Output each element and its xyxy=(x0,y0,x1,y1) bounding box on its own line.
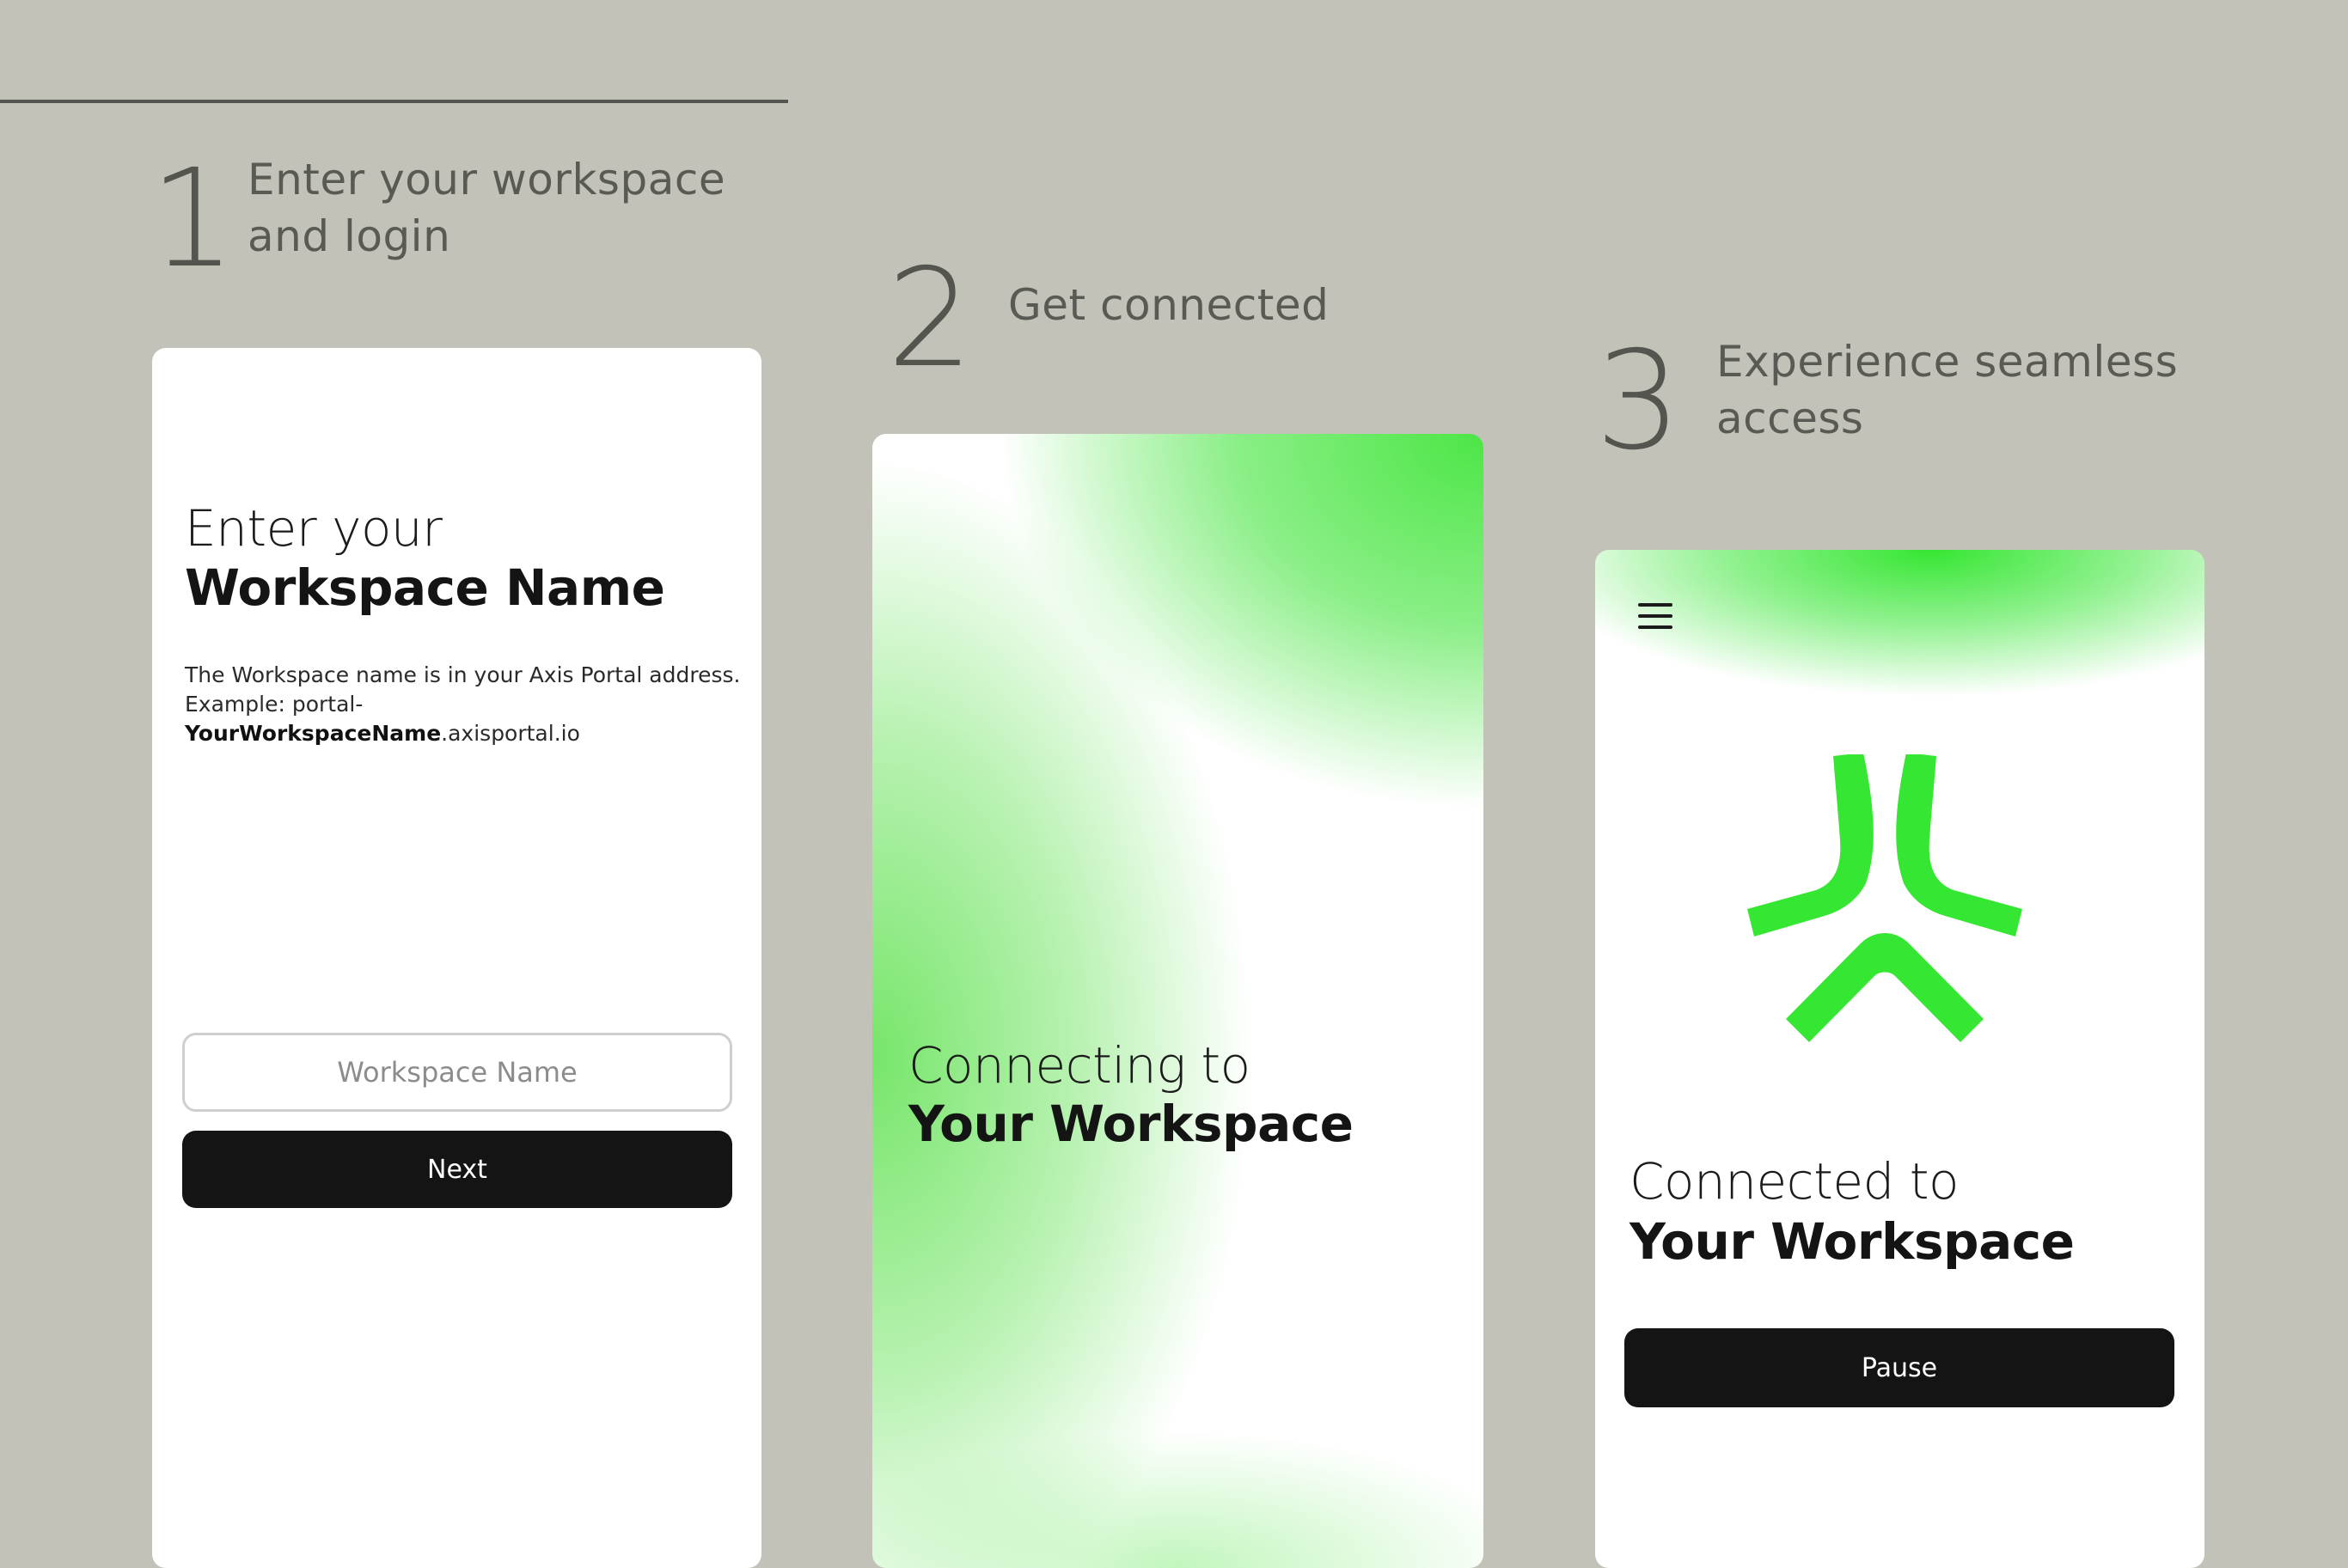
step-1-caption: Enter your workspace and login xyxy=(248,151,725,265)
axis-logo-icon xyxy=(1747,754,2022,1042)
hint-example-prefix: Example: portal- xyxy=(185,692,364,717)
workspace-hint: The Workspace name is in your Axis Porta… xyxy=(185,661,752,748)
next-button[interactable]: Next xyxy=(182,1131,732,1208)
screen-1-workspace-entry: Enter your Workspace Name The Workspace … xyxy=(152,348,761,1568)
workspace-hint-line1: The Workspace name is in your Axis Porta… xyxy=(185,662,741,687)
screen-3-connected: Connected to Your Workspace Pause xyxy=(1595,550,2204,1568)
pause-button-label: Pause xyxy=(1861,1352,1938,1383)
screen-3-heading-bold: Your Workspace xyxy=(1630,1212,2075,1271)
hamburger-menu-icon[interactable] xyxy=(1638,603,1672,629)
top-divider xyxy=(0,100,788,103)
screen-3-heading-light: Connected to xyxy=(1630,1152,1959,1211)
workspace-hint-example: Example: portal- YourWorkspaceName.axispo… xyxy=(185,690,752,748)
step-2-number: 2 xyxy=(887,240,974,398)
screen-2-heading-light: Connecting to xyxy=(908,1036,1250,1095)
hint-example-workspace: YourWorkspaceName xyxy=(185,721,442,746)
step-1-caption-line2: and login xyxy=(248,211,451,261)
step-3-caption-line1: Experience seamless xyxy=(1716,337,2179,387)
screen-1-heading-light: Enter your xyxy=(185,499,443,558)
step-1-number: 1 xyxy=(150,140,236,298)
pause-button[interactable]: Pause xyxy=(1624,1328,2174,1407)
step-3-caption: Experience seamless access xyxy=(1716,333,2178,447)
step-1-caption-line1: Enter your workspace xyxy=(248,155,726,204)
screen-1-heading-bold: Workspace Name xyxy=(185,558,665,617)
step-2-caption: Get connected xyxy=(1008,277,1329,333)
workspace-name-placeholder: Workspace Name xyxy=(337,1056,578,1089)
step-3-number: 3 xyxy=(1595,322,1682,480)
step-3-caption-line2: access xyxy=(1716,394,1864,443)
screen-2-heading-bold: Your Workspace xyxy=(908,1095,1354,1153)
workspace-name-input[interactable]: Workspace Name xyxy=(182,1033,732,1112)
top-green-glow xyxy=(1595,550,2204,739)
step-2-caption-line1: Get connected xyxy=(1008,280,1330,330)
hint-example-suffix: .axisportal.io xyxy=(441,721,580,746)
next-button-label: Next xyxy=(427,1154,487,1185)
screen-2-connecting: Connecting to Your Workspace xyxy=(872,434,1483,1568)
